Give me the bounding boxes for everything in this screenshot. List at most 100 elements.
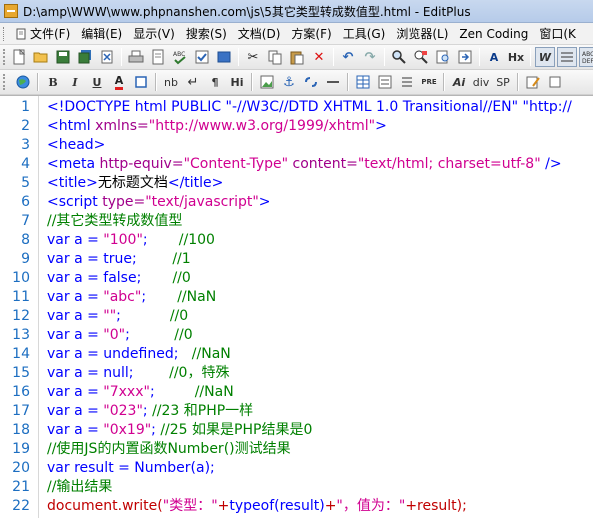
code-token: ; [142,232,179,248]
find-button[interactable] [389,47,409,67]
code-line[interactable]: 4 <meta http-equiv="Content-Type" content… [0,155,593,174]
code-token: </title> [167,175,224,191]
cliptext-button[interactable] [214,47,234,67]
menu-edit-label: 编辑(E) [81,27,123,41]
menu-edit[interactable]: 编辑(E) [77,25,129,42]
browser-button[interactable] [13,72,33,92]
html-preview-button[interactable] [192,47,212,67]
toolbar-grip[interactable] [3,49,5,65]
code-text: var result = Number(a); [47,459,215,478]
menu-view[interactable]: 显示(V) [129,25,182,42]
anchor-button[interactable]: ⚓ [279,72,299,92]
title-bar[interactable]: D:\amp\WWW\www.phpnanshen.com\js\5其它类型转成… [0,0,593,23]
close-file-button[interactable] [97,47,117,67]
extra-button[interactable] [545,72,565,92]
form-button[interactable] [375,72,395,92]
save-button[interactable] [53,47,73,67]
highlight-button[interactable] [131,72,151,92]
font-color-button[interactable]: A [109,72,129,92]
horizontal-rule-button[interactable] [323,72,343,92]
code-line[interactable]: 10 var a = false; //0 [0,269,593,288]
open-file-button[interactable] [31,47,51,67]
link-button[interactable] [301,72,321,92]
font-size-button[interactable]: A [484,47,504,67]
line-numbers-button[interactable] [557,47,577,67]
code-line[interactable]: 14 var a = undefined; //NaN [0,345,593,364]
print-button[interactable] [126,47,146,67]
line-number: 5 [21,175,30,191]
ruler-button[interactable]: ABC DEF [579,47,593,67]
menu-grip[interactable] [3,26,7,41]
menu-document[interactable]: 文档(D) [234,25,288,42]
paragraph-button[interactable]: ¶ [205,72,225,92]
code-line[interactable]: 12 var a = ""; //0 [0,307,593,326]
menu-search[interactable]: 搜索(S) [182,25,234,42]
underline-button[interactable]: U [87,72,107,92]
italic-button[interactable]: I [65,72,85,92]
code-editor[interactable]: 1 <!DOCTYPE html PUBLIC "-//W3C//DTD XHTM… [0,95,593,518]
menu-zen-coding[interactable]: Zen Coding [455,27,535,41]
code-line[interactable]: 11 var a = "abc"; //NaN [0,288,593,307]
menu-window[interactable]: 窗口(K [535,25,583,42]
table-button[interactable] [353,72,373,92]
menu-file[interactable]: 文件(F) [11,25,77,42]
code-line[interactable]: 3 <head> [0,136,593,155]
code-token: > [375,118,387,134]
code-line[interactable]: 1 <!DOCTYPE html PUBLIC "-//W3C//DTD XHTM… [0,98,593,117]
delete-button[interactable]: ✕ [309,47,329,67]
code-token: var a = undefined; [47,346,192,362]
list-button[interactable] [397,72,417,92]
italic-html-button[interactable]: Ai [449,72,469,92]
code-line[interactable]: 7 //其它类型转成数值型 [0,212,593,231]
code-line[interactable]: 20 var result = Number(a); [0,459,593,478]
menu-project[interactable]: 方案(F) [287,25,338,42]
span-button[interactable]: SP [493,72,513,92]
code-line[interactable]: 13 var a = "0"; //0 [0,326,593,345]
pre-button[interactable]: PRE [419,72,439,92]
nbsp-button[interactable]: nb [161,72,181,92]
code-line[interactable]: 9 var a = true; //1 [0,250,593,269]
list-icon [402,77,412,87]
word-wrap-button[interactable]: W [535,47,555,67]
div-button[interactable]: div [471,72,491,92]
code-token: var a = [47,403,104,419]
code-line[interactable]: 16 var a = "7xxx"; //NaN [0,383,593,402]
code-text: var a = ""; //0 [47,307,188,326]
print-preview-button[interactable] [148,47,168,67]
redo-button[interactable]: ↷ [360,47,380,67]
code-line[interactable]: 18 var a = "0x19"; //25 如果是PHP结果是0 [0,421,593,440]
save-all-button[interactable] [75,47,95,67]
code-line[interactable]: 17 var a = "023"; //23 和PHP一样 [0,402,593,421]
code-token: //100 [178,232,215,248]
code-line[interactable]: 2 <html xmlns="http://www.w3.org/1999/xht… [0,117,593,136]
code-text: var a = undefined; //NaN [47,345,231,364]
find-in-files-button[interactable] [433,47,453,67]
underline-icon: U [92,75,102,89]
code-line[interactable]: 8 var a = "100"; //100 [0,231,593,250]
toolbar-grip[interactable] [3,74,9,90]
cut-button[interactable]: ✂ [243,47,263,67]
code-line[interactable]: 21 //输出结果 [0,478,593,497]
code-token: //1 [172,251,191,267]
code-line[interactable]: 19 //使用JS的内置函数Number()测试结果 [0,440,593,459]
new-file-button[interactable] [9,47,29,67]
image-button[interactable] [257,72,277,92]
edit-style-button[interactable] [523,72,543,92]
menu-tools[interactable]: 工具(G) [339,25,393,42]
replace-button[interactable] [411,47,431,67]
menu-browser[interactable]: 浏览器(L) [392,25,455,42]
code-line[interactable]: 5 <title>无标题文档</title> [0,174,593,193]
code-line[interactable]: 22 document.write("类型："+typeof(result)+"，… [0,497,593,516]
copy-button[interactable] [265,47,285,67]
paste-button[interactable] [287,47,307,67]
code-line[interactable]: 6 <script type="text/javascript"> [0,193,593,212]
heading-hx-button[interactable]: Hx [506,47,526,67]
undo-button[interactable]: ↶ [338,47,358,67]
heading-button[interactable]: Hi [227,72,247,92]
code-token: /> [540,156,562,172]
bold-button[interactable]: B [43,72,63,92]
goto-button[interactable] [455,47,475,67]
code-line[interactable]: 15 var a = null; //0，特殊 [0,364,593,383]
line-break-button[interactable]: ↵ [183,72,203,92]
spell-check-button[interactable]: ABC [170,47,190,67]
